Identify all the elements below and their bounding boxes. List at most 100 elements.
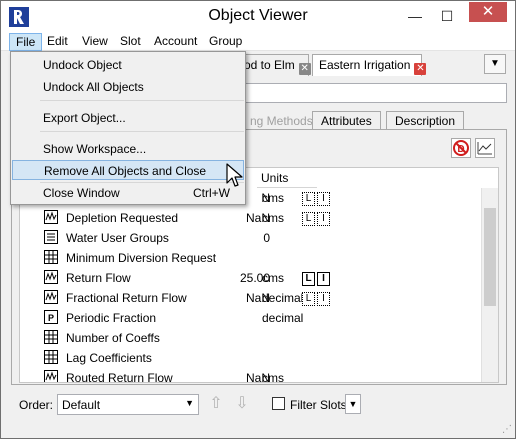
object-tab-2[interactable]: Eastern Irrigation ✕ bbox=[312, 54, 427, 76]
slot-unit: cms bbox=[262, 271, 284, 285]
flag-l-icon[interactable]: L bbox=[302, 192, 315, 206]
svg-text:P: P bbox=[48, 313, 54, 323]
slot-unit: cms bbox=[262, 191, 284, 205]
slot-name: Minimum Diversion Request bbox=[66, 251, 217, 265]
title-bar: Object Viewer — ☐ ✕ bbox=[1, 1, 515, 31]
menu-item-undock-all-objects[interactable]: Undock All Objects bbox=[12, 77, 244, 97]
menu-item-close-window[interactable]: Close Window Ctrl+W bbox=[12, 183, 244, 203]
no-edit-icon[interactable]: D bbox=[451, 138, 471, 158]
menu-separator bbox=[40, 131, 244, 132]
table-icon bbox=[44, 350, 58, 364]
slot-flags: LI bbox=[302, 290, 332, 306]
slot-flags: LI bbox=[302, 190, 332, 206]
flag-i-icon[interactable]: I bbox=[317, 212, 330, 226]
table-row[interactable]: P Periodic Fraction decimal bbox=[20, 308, 482, 328]
close-tab-icon[interactable]: ✕ bbox=[298, 63, 311, 75]
tabs-menu-button[interactable]: ▼ bbox=[484, 54, 506, 74]
menu-item-label: Remove All Objects and Close bbox=[44, 164, 207, 178]
slot-unit: cms bbox=[262, 371, 284, 383]
menu-view[interactable]: View bbox=[76, 33, 114, 51]
menu-file[interactable]: File bbox=[9, 33, 43, 51]
maximize-button[interactable]: ☐ bbox=[433, 1, 461, 31]
slot-unit: decimal bbox=[262, 311, 304, 325]
file-menu-dropdown: Undock Object Undock All Objects Export … bbox=[10, 51, 246, 205]
object-tab-label: od to Elm bbox=[244, 58, 295, 72]
order-select[interactable]: Default ▼ bbox=[57, 394, 199, 415]
minimize-button[interactable]: — bbox=[401, 1, 429, 31]
object-viewer-window: Object Viewer — ☐ ✕ File Edit View Slot … bbox=[0, 0, 516, 439]
list-icon bbox=[44, 230, 58, 244]
filter-menu-button[interactable]: ▼ bbox=[345, 394, 361, 414]
slot-name: Return Flow bbox=[66, 271, 131, 285]
slot-value: 0 bbox=[263, 231, 270, 245]
filter-slots-checkbox[interactable] bbox=[272, 397, 285, 410]
flag-l-icon[interactable]: L bbox=[302, 292, 315, 306]
object-tab-1[interactable]: od to Elm ✕ bbox=[237, 54, 311, 76]
object-name-field[interactable] bbox=[241, 83, 507, 103]
slot-unit: cms bbox=[262, 211, 284, 225]
table-icon bbox=[44, 330, 58, 344]
table-row[interactable]: Lag Coefficients bbox=[20, 348, 482, 368]
order-label: Order: bbox=[19, 398, 54, 412]
slot-name: Lag Coefficients bbox=[66, 351, 152, 365]
vertical-scrollbar[interactable] bbox=[481, 188, 498, 382]
menu-item-label: Undock Object bbox=[43, 58, 122, 72]
series-icon bbox=[44, 370, 58, 382]
table-row[interactable]: Fractional Return Flow NaN decimal L I bbox=[20, 288, 482, 308]
object-tab-label: Eastern Irrigation bbox=[319, 58, 411, 72]
slot-unit: decimal bbox=[262, 291, 304, 305]
menu-item-remove-all-objects-and-close[interactable]: Remove All Objects and Close bbox=[12, 160, 244, 180]
menu-item-label: Undock All Objects bbox=[43, 80, 144, 94]
flag-l-icon[interactable]: L bbox=[302, 272, 315, 286]
slot-name: Number of Coeffs bbox=[66, 331, 160, 345]
table-icon bbox=[44, 250, 58, 264]
close-tab-icon[interactable]: ✕ bbox=[414, 63, 427, 75]
slot-name: Periodic Fraction bbox=[66, 311, 157, 325]
series-icon bbox=[44, 290, 58, 304]
series-icon bbox=[44, 270, 58, 284]
menu-bar: File Edit View Slot Account Group bbox=[1, 31, 515, 51]
table-row[interactable]: Number of Coeffs bbox=[20, 328, 482, 348]
slot-flags: LI bbox=[302, 210, 332, 226]
menu-slot[interactable]: Slot bbox=[114, 33, 147, 51]
menu-item-show-workspace[interactable]: Show Workspace... bbox=[12, 139, 244, 159]
table-row[interactable]: Return Flow 25.00 cms L I bbox=[20, 268, 482, 288]
chevron-down-icon: ▼ bbox=[185, 398, 194, 408]
close-window-button[interactable]: ✕ bbox=[469, 2, 507, 22]
menu-item-label: Show Workspace... bbox=[43, 142, 147, 156]
slot-name: Routed Return Flow bbox=[66, 371, 173, 383]
menu-group[interactable]: Group bbox=[203, 33, 248, 51]
scrollbar-thumb[interactable] bbox=[484, 208, 496, 306]
tab-attributes[interactable]: Attributes bbox=[312, 111, 381, 130]
table-row[interactable]: Depletion Requested NaN cms L I bbox=[20, 208, 482, 228]
menu-separator bbox=[40, 100, 244, 101]
flag-l-icon[interactable]: L bbox=[302, 212, 315, 226]
flag-i-icon[interactable]: I bbox=[317, 292, 330, 306]
flag-i-icon[interactable]: I bbox=[317, 192, 330, 206]
slot-name: Water User Groups bbox=[66, 231, 169, 245]
order-select-value: Default bbox=[62, 398, 101, 412]
menu-item-shortcut: Ctrl+W bbox=[193, 186, 230, 200]
tab-description[interactable]: Description bbox=[386, 111, 465, 130]
move-down-arrow-icon[interactable]: ⇩ bbox=[231, 393, 253, 415]
slot-name: Depletion Requested bbox=[66, 211, 179, 225]
flag-i-icon[interactable]: I bbox=[317, 272, 330, 286]
periodic-icon: P bbox=[44, 310, 58, 324]
table-row[interactable]: Water User Groups 0 bbox=[20, 228, 482, 248]
tab-methods[interactable]: ng Methods bbox=[241, 111, 322, 130]
menu-item-label: Close Window bbox=[43, 186, 120, 200]
plot-icon[interactable] bbox=[475, 138, 495, 158]
resize-grip-icon[interactable]: ⋰ bbox=[502, 424, 512, 435]
mouse-cursor-icon bbox=[226, 163, 243, 187]
table-row[interactable]: Minimum Diversion Request bbox=[20, 248, 482, 268]
menu-account[interactable]: Account bbox=[148, 33, 203, 51]
table-row[interactable]: Routed Return Flow NaN cms bbox=[20, 368, 482, 383]
units-column-header[interactable]: Units bbox=[257, 168, 317, 188]
move-up-arrow-icon[interactable]: ⇧ bbox=[205, 393, 227, 415]
menu-item-undock-object[interactable]: Undock Object bbox=[12, 55, 244, 75]
menu-item-export-object[interactable]: Export Object... bbox=[12, 108, 244, 128]
slot-flags: LI bbox=[302, 270, 332, 286]
menu-edit[interactable]: Edit bbox=[41, 33, 74, 51]
series-icon bbox=[44, 210, 58, 224]
menu-item-label: Export Object... bbox=[43, 111, 126, 125]
